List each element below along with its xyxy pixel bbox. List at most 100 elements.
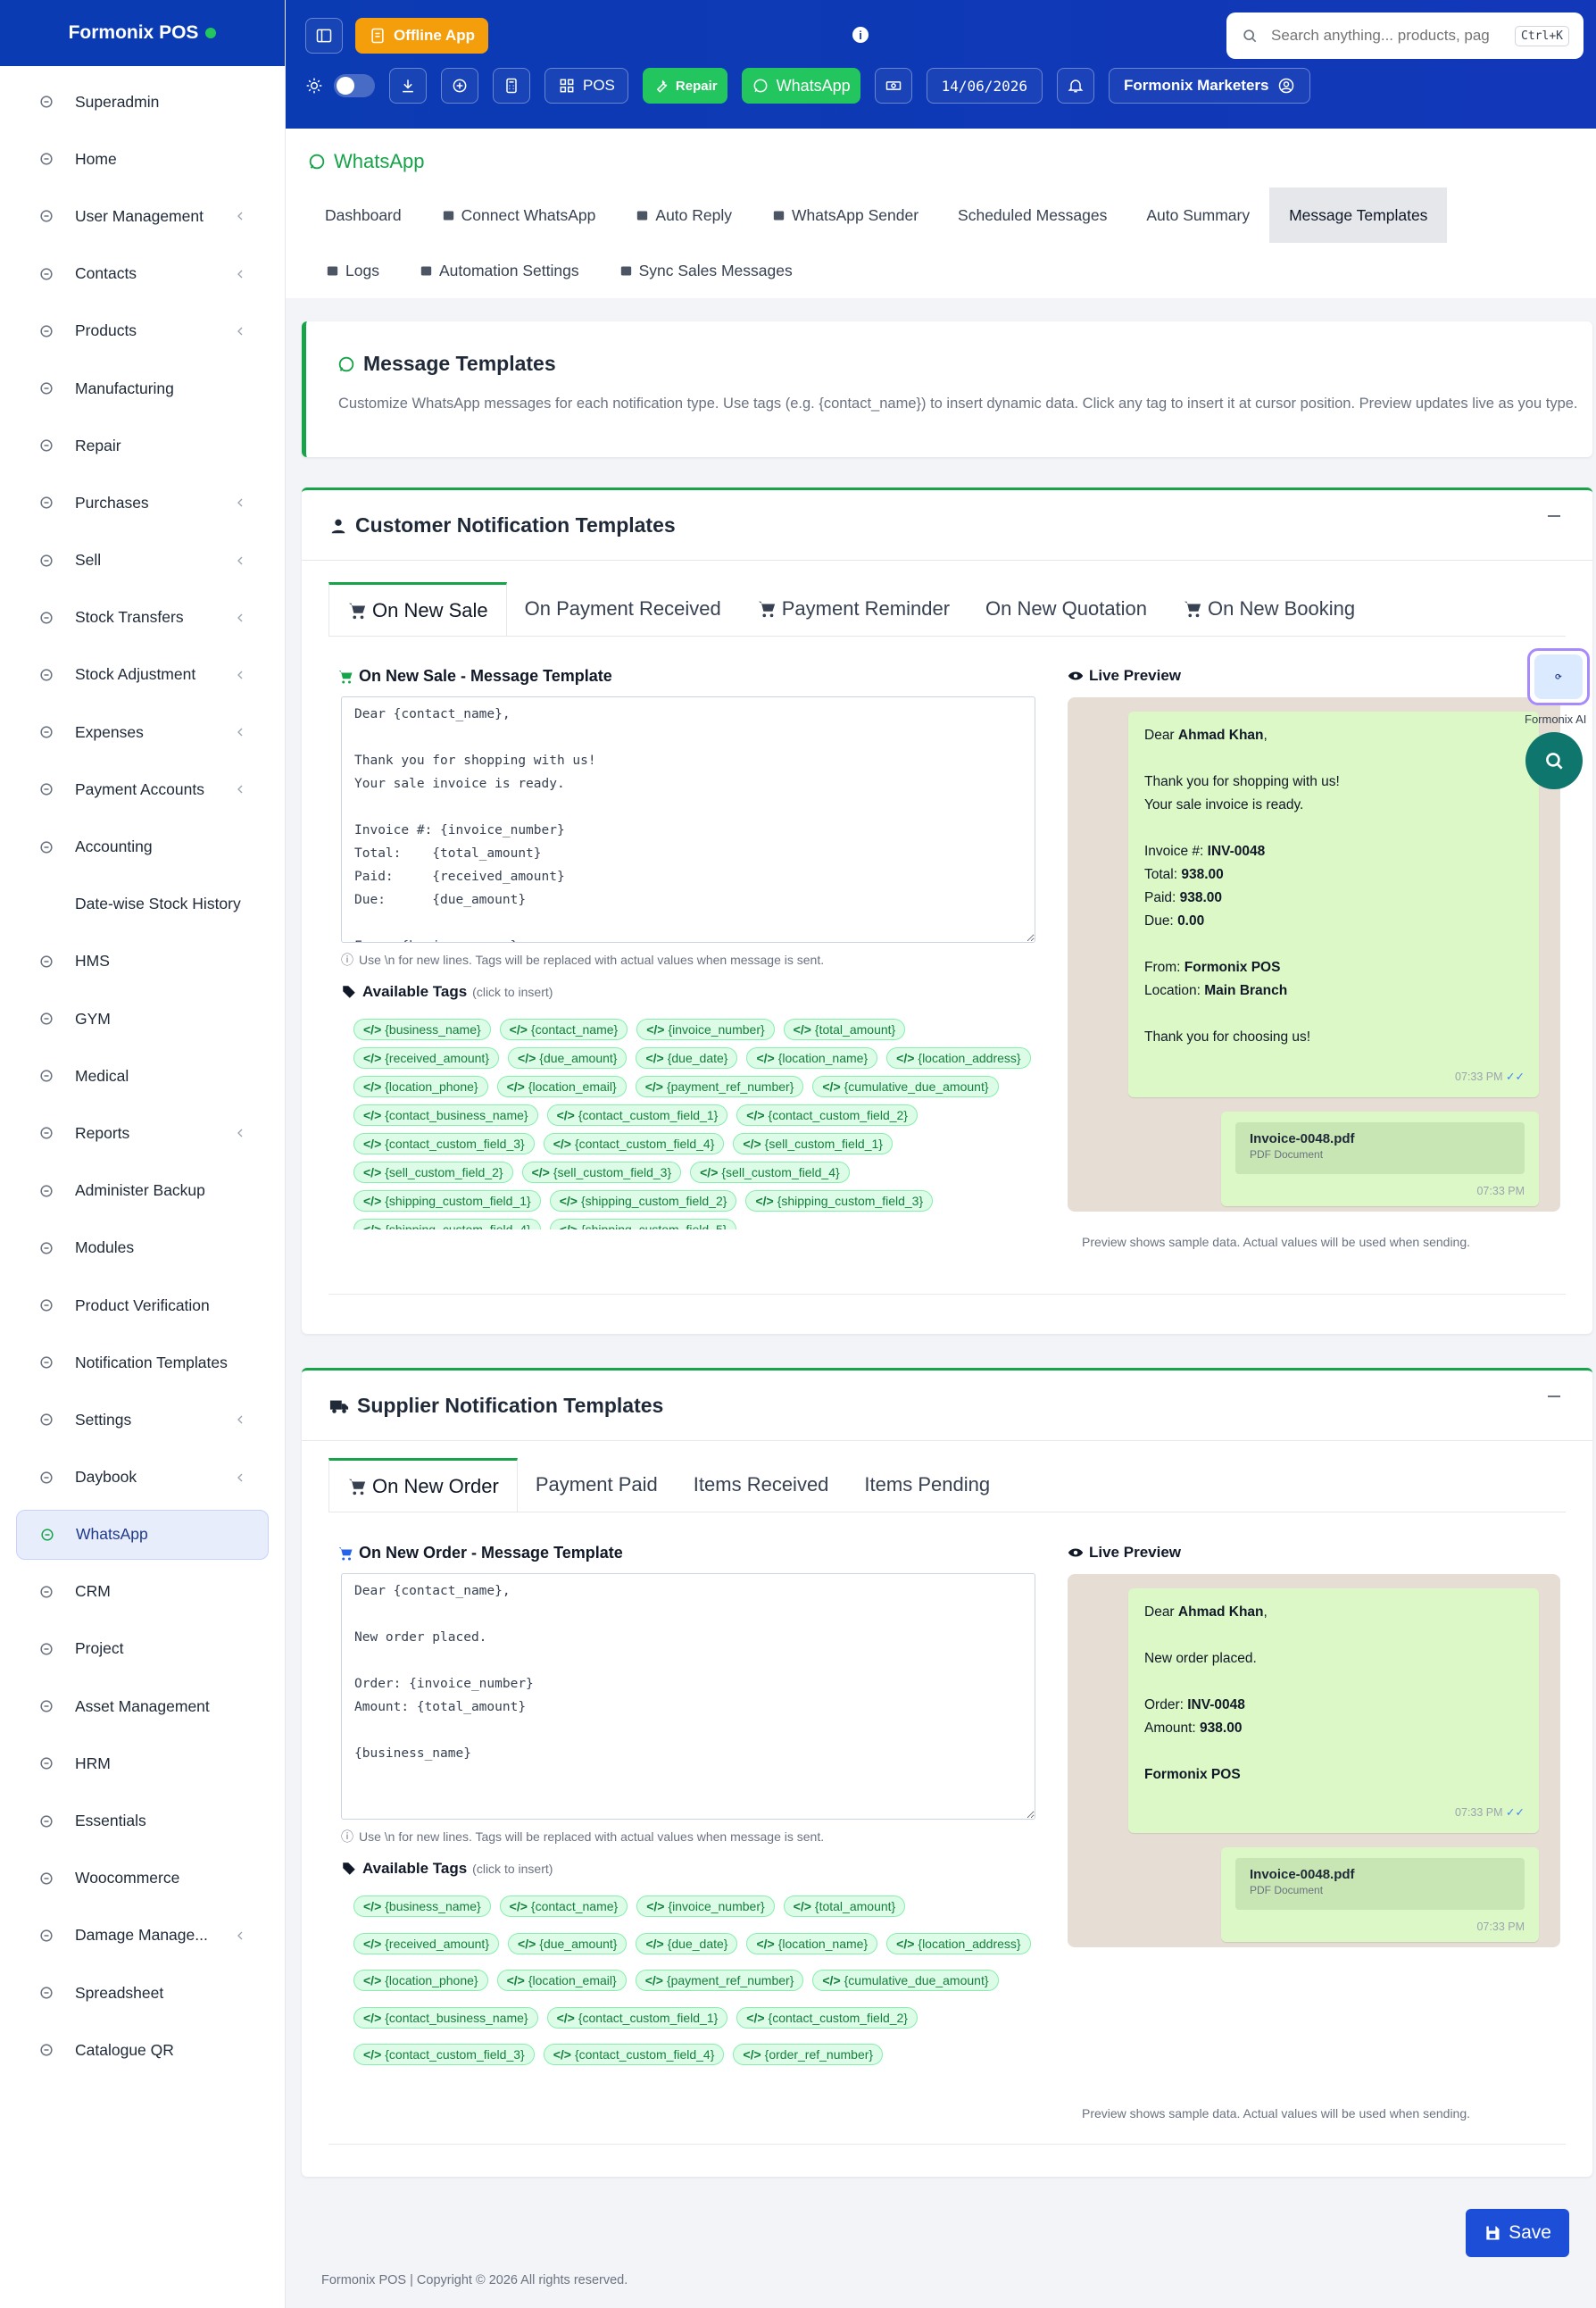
notifications-button[interactable] [1056, 68, 1094, 104]
tag-chip[interactable]: </> {contact_business_name} [353, 1104, 538, 1126]
tag-chip[interactable]: </> {due_date} [636, 1932, 738, 1954]
formonix-ai-button[interactable]: ⟳ [1527, 648, 1590, 705]
tab-on-new-sale[interactable]: On New Sale [328, 582, 507, 636]
tag-chip[interactable]: </> {shipping_custom_field_5} [549, 1219, 737, 1229]
sidebar-item-daybook[interactable]: Daybook [0, 1449, 285, 1506]
tag-chip[interactable]: </> {invoice_number} [636, 1019, 775, 1040]
brand[interactable]: Formonix POS [0, 0, 285, 66]
sidebar-item-user-management[interactable]: User Management [0, 187, 285, 245]
sidebar-item-product-verification[interactable]: Product Verification [0, 1277, 285, 1334]
tab-message-templates[interactable]: Message Templates [1269, 187, 1448, 243]
download-button[interactable] [389, 68, 427, 104]
tag-chip[interactable]: </> {order_ref_number} [733, 2044, 884, 2066]
sidebar-item-spreadsheet[interactable]: Spreadsheet [0, 1964, 285, 2021]
tag-chip[interactable]: </> {due_date} [636, 1047, 738, 1069]
customer-document-bubble[interactable]: Invoice-0048.pdf PDF Document 07:33 PM [1221, 1112, 1539, 1206]
sidebar-item-medical[interactable]: Medical [0, 1047, 285, 1104]
tag-chip[interactable]: </> {location_address} [886, 1047, 1031, 1069]
tag-chip[interactable]: </> {contact_custom_field_4} [543, 2044, 725, 2066]
repair-button[interactable]: Repair [642, 68, 727, 104]
tag-chip[interactable]: </> {contact_name} [499, 1896, 628, 1917]
sidebar-item-purchases[interactable]: Purchases [0, 474, 285, 531]
sidebar-item-damage-manage[interactable]: Damage Manage... [0, 1907, 285, 1964]
tag-chip[interactable]: </> {location_name} [746, 1932, 878, 1954]
tab-dashboard[interactable]: Dashboard [305, 187, 421, 243]
sidebar-item-accounting[interactable]: Accounting [0, 818, 285, 875]
floating-search-button[interactable] [1525, 732, 1583, 789]
supplier-document-bubble[interactable]: Invoice-0048.pdf PDF Document 07:33 PM [1221, 1847, 1539, 1942]
tag-chip[interactable]: </> {location_name} [746, 1047, 878, 1069]
info-icon[interactable]: i [852, 27, 869, 43]
offline-app-button[interactable]: Offline App [355, 18, 488, 54]
tab-on-new-quotation[interactable]: On New Quotation [968, 582, 1165, 636]
tag-chip[interactable]: </> {contact_custom_field_2} [736, 1104, 918, 1126]
tag-chip[interactable]: </> {location_email} [496, 1076, 627, 1097]
document-attachment[interactable]: Invoice-0048.pdf PDF Document [1235, 1858, 1525, 1910]
tag-chip[interactable]: </> {contact_custom_field_4} [543, 1133, 725, 1154]
tab-scheduled-messages[interactable]: Scheduled Messages [938, 187, 1126, 243]
sidebar-item-crm[interactable]: CRM [0, 1563, 285, 1621]
sidebar-item-modules[interactable]: Modules [0, 1220, 285, 1277]
sidebar-item-hrm[interactable]: HRM [0, 1735, 285, 1792]
tag-chip[interactable]: </> {contact_business_name} [353, 2006, 538, 2029]
sidebar-item-repair[interactable]: Repair [0, 417, 285, 474]
sidebar-item-whatsapp[interactable]: WhatsApp [16, 1509, 269, 1560]
tag-chip[interactable]: </> {contact_custom_field_3} [353, 2044, 535, 2066]
tag-chip[interactable]: </> {location_phone} [353, 1970, 488, 1992]
tag-chip[interactable]: </> {invoice_number} [636, 1896, 775, 1917]
tab-sync-sales-messages[interactable]: Sync Sales Messages [599, 243, 812, 298]
sidebar-item-contacts[interactable]: Contacts [0, 246, 285, 303]
tab-on-new-booking[interactable]: On New Booking [1165, 582, 1373, 636]
sidebar-item-products[interactable]: Products [0, 303, 285, 360]
tag-chip[interactable]: </> {contact_name} [499, 1019, 628, 1040]
tag-chip[interactable]: </> {location_email} [496, 1970, 627, 1992]
date-display[interactable]: 14/06/2026 [926, 68, 1043, 104]
tag-chip[interactable]: </> {contact_custom_field_1} [546, 2006, 728, 2029]
global-search[interactable]: Ctrl+K [1226, 12, 1584, 59]
sidebar-item-expenses[interactable]: Expenses [0, 704, 285, 761]
document-attachment[interactable]: Invoice-0048.pdf PDF Document [1235, 1122, 1525, 1174]
tab-items-pending[interactable]: Items Pending [846, 1458, 1008, 1512]
tag-chip[interactable]: </> {shipping_custom_field_2} [549, 1190, 737, 1212]
tab-on-new-order[interactable]: On New Order [328, 1458, 518, 1512]
tag-chip[interactable]: </> {contact_custom_field_2} [736, 2006, 918, 2029]
add-button[interactable] [441, 68, 478, 104]
tab-payment-reminder[interactable]: Payment Reminder [739, 582, 968, 636]
tag-chip[interactable]: </> {sell_custom_field_1} [733, 1133, 893, 1154]
sidebar-item-payment-accounts[interactable]: Payment Accounts [0, 761, 285, 818]
sidebar-item-sell[interactable]: Sell [0, 532, 285, 589]
whatsapp-button[interactable]: WhatsApp [741, 68, 860, 104]
tag-chip[interactable]: </> {sell_custom_field_4} [690, 1162, 850, 1183]
tab-connect-whatsapp[interactable]: Connect WhatsApp [421, 187, 616, 243]
tab-logs[interactable]: Logs [305, 243, 399, 298]
tag-chip[interactable]: </> {received_amount} [353, 1047, 500, 1069]
tag-chip[interactable]: </> {sell_custom_field_3} [521, 1162, 682, 1183]
tag-chip[interactable]: </> {business_name} [353, 1896, 491, 1917]
save-button[interactable]: Save [1466, 2209, 1569, 2257]
sidebar-item-home[interactable]: Home [0, 130, 285, 187]
tag-chip[interactable]: </> {shipping_custom_field_4} [353, 1219, 541, 1229]
tag-chip[interactable]: </> {contact_custom_field_3} [353, 1133, 535, 1154]
tag-chip[interactable]: </> {location_address} [886, 1932, 1031, 1954]
tag-chip[interactable]: </> {shipping_custom_field_1} [353, 1190, 541, 1212]
cash-button[interactable] [874, 68, 912, 104]
tag-chip[interactable]: </> {payment_ref_number} [635, 1970, 804, 1992]
sidebar-item-project[interactable]: Project [0, 1621, 285, 1678]
sidebar-item-date-wise-stock-history[interactable]: Date-wise Stock History [0, 876, 285, 933]
tag-chip[interactable]: </> {total_amount} [783, 1896, 906, 1917]
sidebar-item-manufacturing[interactable]: Manufacturing [0, 360, 285, 417]
theme-toggle[interactable] [334, 74, 375, 97]
tag-chip[interactable]: </> {business_name} [353, 1019, 491, 1040]
tag-chip[interactable]: </> {cumulative_due_amount} [812, 1076, 999, 1097]
sidebar-item-notification-templates[interactable]: Notification Templates [0, 1334, 285, 1391]
sidebar-item-stock-transfers[interactable]: Stock Transfers [0, 589, 285, 646]
theme-switch[interactable] [305, 74, 375, 97]
tab-payment-paid[interactable]: Payment Paid [518, 1458, 676, 1512]
sidebar-item-reports[interactable]: Reports [0, 1104, 285, 1162]
tag-chip[interactable]: </> {payment_ref_number} [635, 1076, 804, 1097]
sidebar-item-stock-adjustment[interactable]: Stock Adjustment [0, 646, 285, 704]
tag-chip[interactable]: </> {due_amount} [508, 1047, 628, 1069]
sidebar-item-essentials[interactable]: Essentials [0, 1792, 285, 1849]
tag-chip[interactable]: </> {shipping_custom_field_3} [745, 1190, 934, 1212]
sidebar-item-administer-backup[interactable]: Administer Backup [0, 1162, 285, 1220]
